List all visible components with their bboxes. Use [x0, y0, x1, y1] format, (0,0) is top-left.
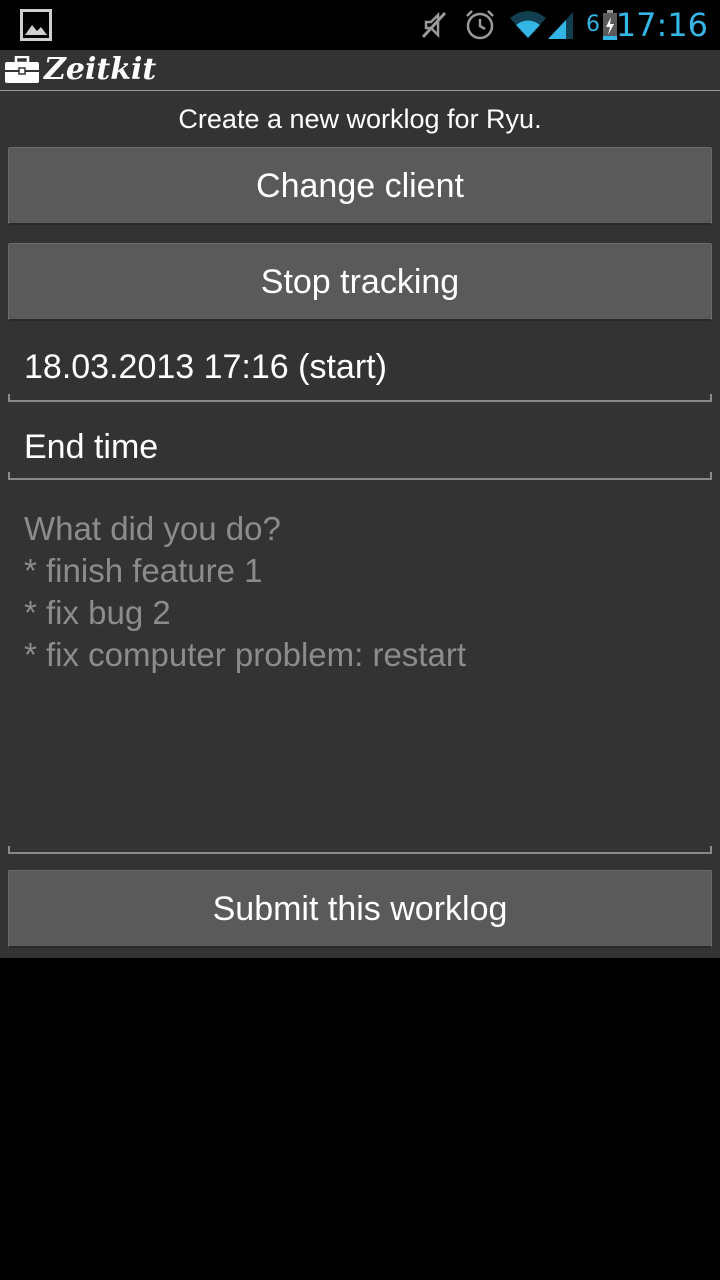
form-subtitle: Create a new worklog for Ryu.: [178, 104, 542, 134]
status-bar: 6 17:16: [0, 0, 720, 50]
start-time-underline: [8, 394, 712, 402]
alarm-icon: [464, 9, 496, 46]
app-window: Zeitkit Create a new worklog for Ryu. Ch…: [0, 50, 720, 958]
battery-level: 6: [586, 12, 600, 37]
start-time-field[interactable]: 18.03.2013 17:16 (start): [8, 348, 712, 387]
end-time-field[interactable]: End time: [8, 428, 712, 467]
gallery-notification-icon: [20, 9, 52, 46]
worklog-notes-input[interactable]: What did you do? * finish feature 1 * fi…: [24, 508, 466, 676]
briefcase-icon[interactable]: [4, 55, 40, 89]
wifi-icon: [508, 10, 548, 45]
end-time-underline: [8, 472, 712, 480]
app-title: Zeitkit: [44, 52, 157, 87]
clock: 17:16: [615, 6, 708, 44]
mute-icon: [420, 10, 448, 45]
screen: 6 17:16 Zeitkit Create a new worklog for…: [0, 0, 720, 1280]
action-bar: Zeitkit: [0, 50, 720, 91]
submit-worklog-button[interactable]: Submit this worklog: [8, 870, 712, 948]
change-client-button[interactable]: Change client: [8, 147, 712, 225]
notes-underline: [8, 846, 712, 854]
stop-tracking-button[interactable]: Stop tracking: [8, 243, 712, 321]
signal-icon: [546, 10, 574, 45]
